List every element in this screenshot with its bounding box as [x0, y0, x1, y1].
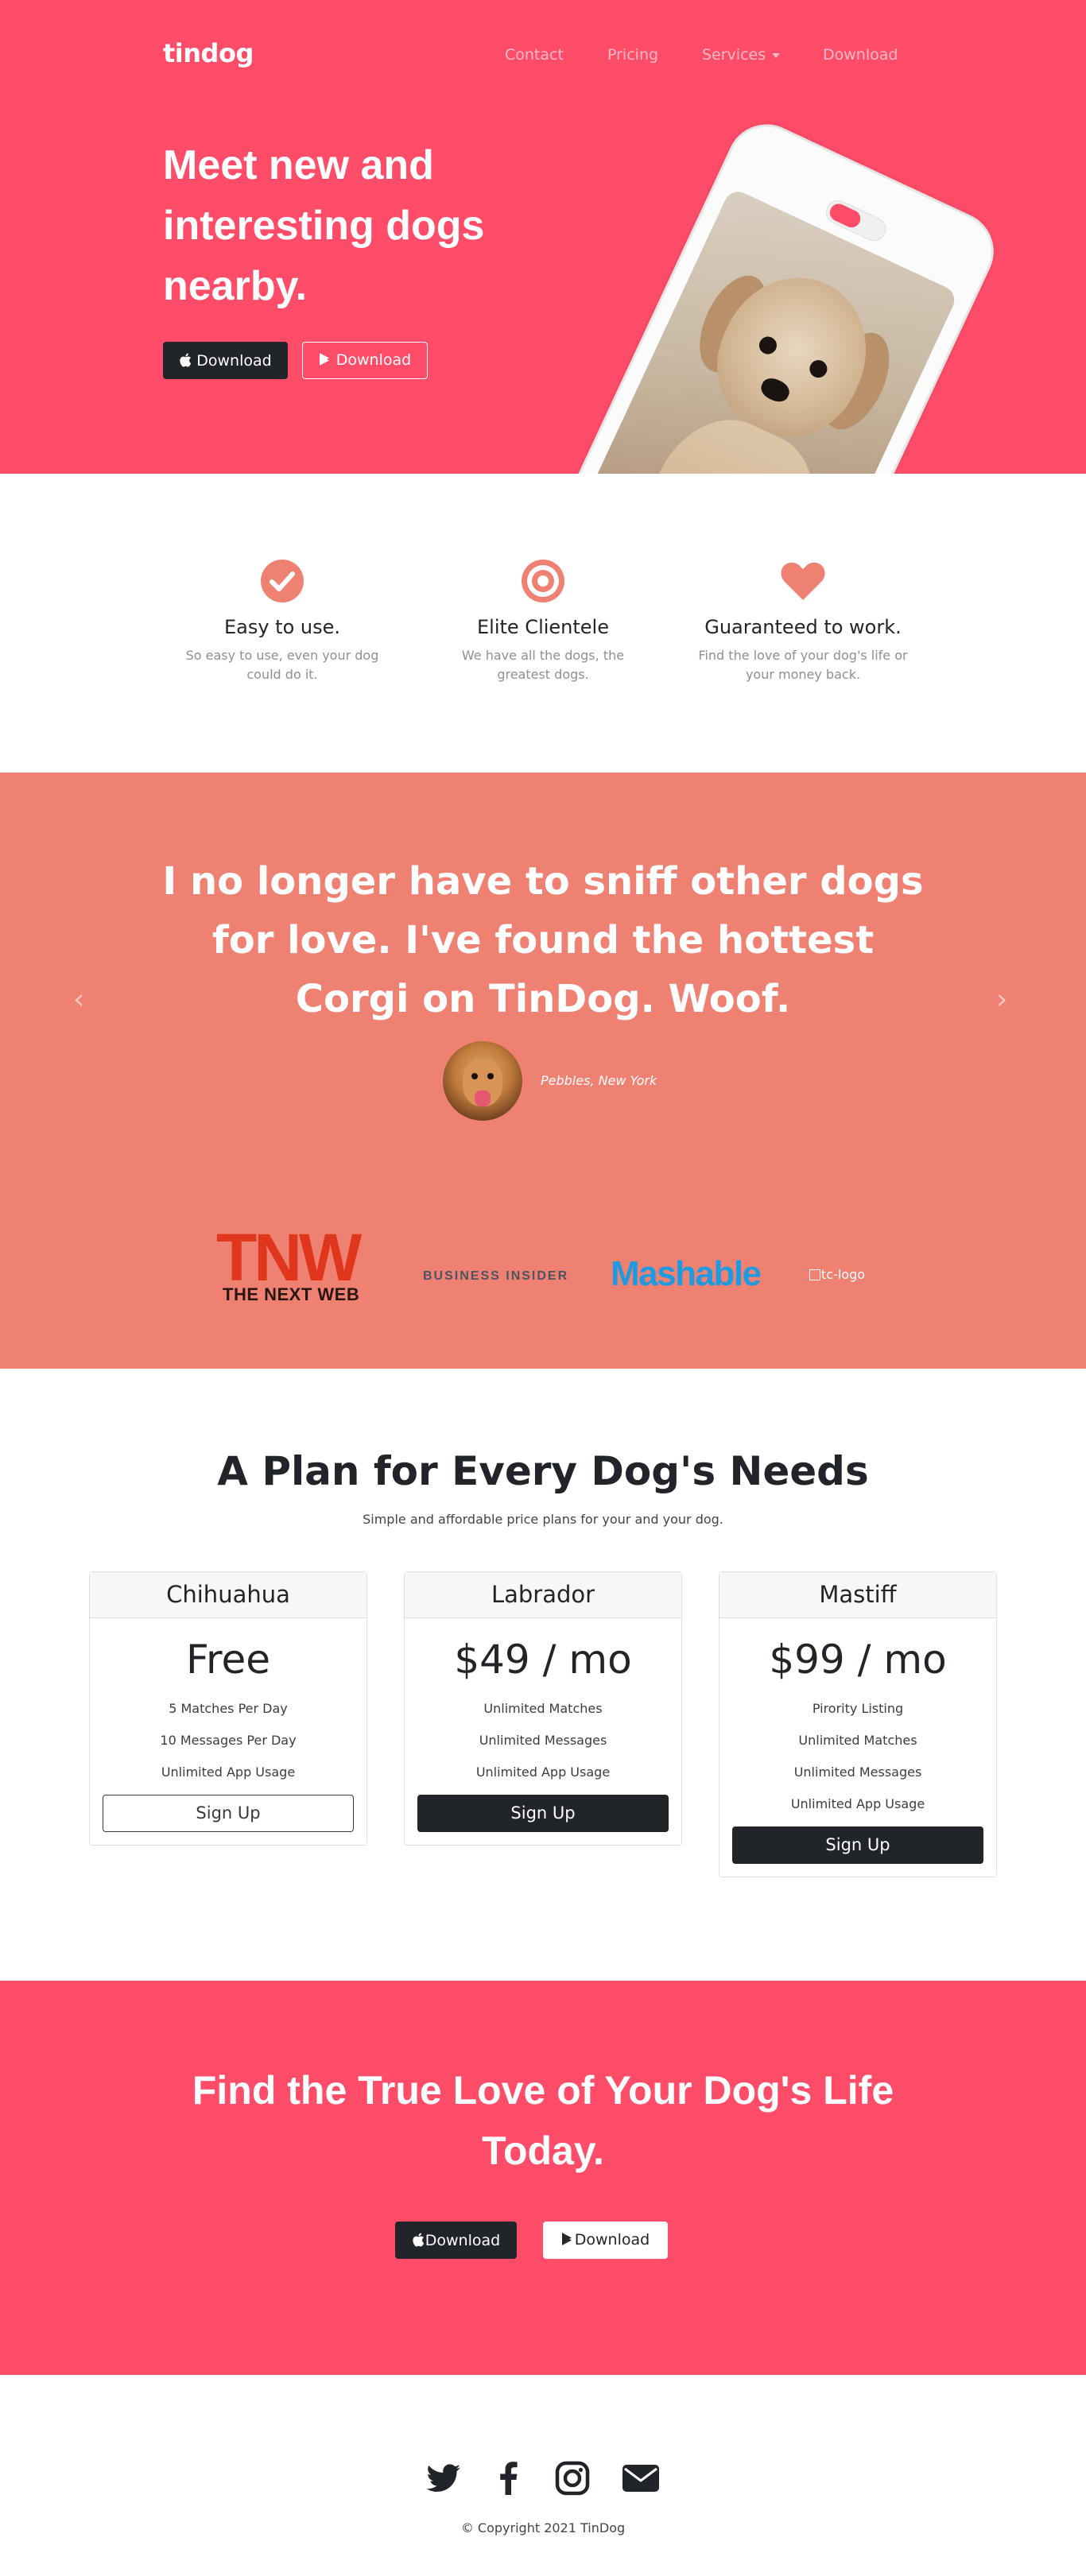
feature-title: Easy to use.	[223, 616, 341, 638]
apple-icon	[180, 353, 192, 367]
testimonial-quote: I no longer have to sniff other dogs for…	[162, 859, 924, 1021]
navbar: tindog Contact Pricing Services Download	[0, 0, 1086, 111]
twitter-icon[interactable]	[424, 2458, 463, 2498]
plan-feature: Pirority Listing	[812, 1701, 904, 1716]
dog-avatar	[443, 1041, 522, 1121]
pricing-subtitle: Simple and affordable price plans for yo…	[363, 1512, 723, 1527]
avatar-eye-left	[471, 1073, 478, 1079]
feature-easy: Easy to use. So easy to use, even your d…	[163, 557, 401, 684]
plan-name: Labrador	[405, 1572, 681, 1618]
nav-link-pricing[interactable]: Pricing	[607, 46, 658, 64]
card-body: Free 5 Matches Per Day 10 Messages Per D…	[90, 1618, 367, 1845]
feature-title: Guaranteed to work.	[704, 616, 902, 638]
card-body: $99 / mo Pirority Listing Unlimited Matc…	[719, 1618, 996, 1877]
cta-download-app-store-button[interactable]: Download	[395, 2222, 517, 2259]
google-play-icon	[561, 2233, 572, 2245]
cta-download-google-play-label: Download	[574, 2231, 650, 2249]
plan-name: Mastiff	[719, 1572, 996, 1618]
download-google-play-label: Download	[335, 351, 412, 369]
feature-elite: Elite Clientele We have all the dogs, th…	[424, 557, 662, 684]
envelope-icon[interactable]	[621, 2458, 661, 2498]
google-play-icon	[319, 353, 329, 366]
brand-logo[interactable]: tindog	[163, 38, 254, 68]
testimonial-author: Pebbles, New York	[541, 1073, 657, 1088]
cta-heading: Find the True Love of Your Dog's Life To…	[192, 2068, 894, 2173]
card-body: $49 / mo Unlimited Matches Unlimited Mes…	[405, 1618, 681, 1845]
testimonials-section: ‹ I no longer have to sniff other dogs f…	[0, 773, 1086, 1369]
sign-up-button-chihuahua[interactable]: Sign Up	[103, 1795, 354, 1832]
copyright-text: © Copyright 2021 TinDog	[460, 2520, 626, 2535]
nav-link-services-label: Services	[702, 46, 766, 64]
facebook-icon[interactable]	[489, 2458, 529, 2498]
broken-image-icon	[809, 1269, 820, 1280]
footer: © Copyright 2021 TinDog	[0, 2375, 1086, 2576]
sign-up-button-mastiff[interactable]: Sign Up	[732, 1826, 983, 1864]
plan-price: Free	[185, 1637, 271, 1683]
plan-feature: Unlimited Messages	[793, 1764, 922, 1780]
avatar-tongue-shape	[475, 1090, 491, 1106]
plan-name: Chihuahua	[90, 1572, 367, 1618]
press-logos: TNW THE NEXT WEB BUSINESS INSIDER Mashab…	[0, 1220, 1086, 1313]
plan-feature: Unlimited App Usage	[161, 1764, 296, 1780]
carousel-next-icon[interactable]: ›	[996, 983, 1007, 1016]
tnw-logo: TNW THE NEXT WEB	[216, 1220, 379, 1305]
bullseye-icon	[522, 560, 564, 602]
heart-icon	[781, 562, 825, 600]
iphone-mockup-image	[512, 111, 1007, 474]
carousel-prev-icon[interactable]: ‹	[73, 983, 84, 1016]
hero-heading: Meet new and interesting dogs nearby.	[163, 142, 485, 309]
plan-feature: Unlimited Matches	[798, 1733, 917, 1748]
plan-price: $49 / mo	[454, 1637, 632, 1683]
pricing-card-labrador: Labrador $49 / mo Unlimited Matches Unli…	[404, 1571, 682, 1846]
cta-download-google-play-button[interactable]: Download	[543, 2222, 668, 2259]
download-app-store-button[interactable]: Download	[163, 342, 288, 379]
features-section: Easy to use. So easy to use, even your d…	[0, 474, 1086, 773]
instagram-icon[interactable]	[553, 2458, 592, 2498]
avatar-eye-right	[487, 1073, 494, 1079]
feature-text: So easy to use, even your dog could do i…	[185, 648, 379, 682]
pricing-card-chihuahua: Chihuahua Free 5 Matches Per Day 10 Mess…	[89, 1571, 367, 1846]
techcrunch-logo: tc-logo	[809, 1267, 865, 1282]
plan-feature: Unlimited Messages	[479, 1733, 607, 1748]
plan-feature: Unlimited App Usage	[475, 1764, 611, 1780]
plan-feature: 5 Matches Per Day	[169, 1701, 288, 1716]
pricing-title: A Plan for Every Dog's Needs	[217, 1448, 869, 1494]
check-circle-icon	[261, 560, 304, 602]
nav-link-download[interactable]: Download	[823, 46, 898, 64]
cta-download-app-store-label: Download	[425, 2232, 501, 2249]
plan-feature: 10 Messages Per Day	[160, 1733, 297, 1748]
download-google-play-button[interactable]: Download	[302, 342, 428, 379]
plan-feature: Unlimited App Usage	[790, 1796, 925, 1811]
pricing-section: A Plan for Every Dog's Needs Simple and …	[0, 1369, 1086, 1981]
feature-guaranteed: Guaranteed to work. Find the love of you…	[684, 557, 922, 684]
sign-up-button-labrador[interactable]: Sign Up	[417, 1795, 669, 1832]
apple-icon	[413, 2233, 424, 2247]
nav-link-contact[interactable]: Contact	[505, 46, 564, 64]
feature-text: We have all the dogs, the greatest dogs.	[461, 648, 625, 682]
pricing-card-mastiff: Mastiff $99 / mo Pirority Listing Unlimi…	[719, 1571, 997, 1877]
mashable-logo: Mashable	[611, 1254, 762, 1293]
nav-dropdown-services[interactable]: Services	[702, 46, 781, 64]
tnw-mark: TNW	[216, 1220, 362, 1295]
plan-price: $99 / mo	[769, 1637, 947, 1683]
caret-down-icon	[772, 52, 781, 58]
business-insider-logo: BUSINESS INSIDER	[423, 1269, 569, 1283]
tnw-name: THE NEXT WEB	[223, 1284, 360, 1304]
hero-section: tindog Contact Pricing Services Download…	[0, 0, 1086, 474]
cta-section: Find the True Love of Your Dog's Life To…	[0, 1981, 1086, 2375]
feature-title: Elite Clientele	[477, 616, 609, 638]
tc-logo-alt: tc-logo	[821, 1267, 866, 1282]
feature-text: Find the love of your dog's life or your…	[698, 648, 908, 682]
plan-feature: Unlimited Matches	[483, 1701, 603, 1716]
download-app-store-label: Download	[196, 352, 272, 370]
flame-toggle-icon	[827, 200, 863, 230]
